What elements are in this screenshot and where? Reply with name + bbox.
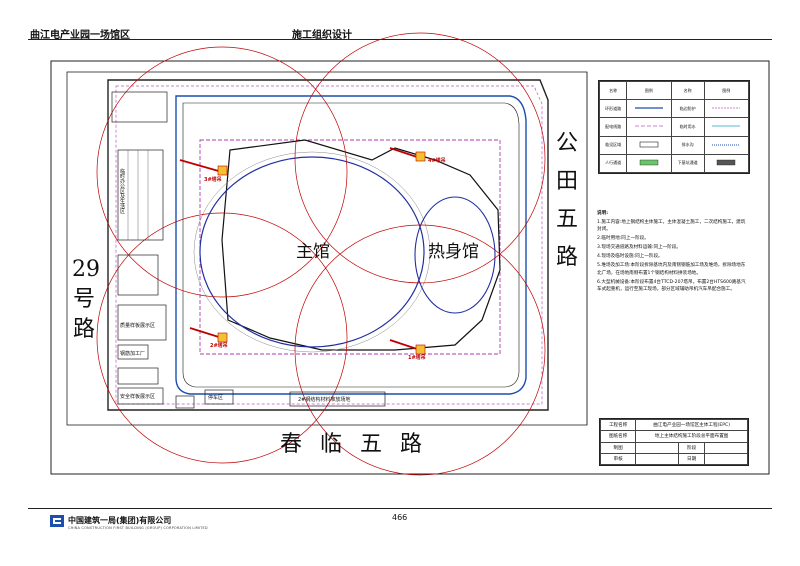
road-chunlin-5: 春临五路 [280, 432, 441, 457]
company-name-en: CHINA CONSTRUCTION FIRST BUILDING (GROUP… [68, 526, 208, 530]
safety-label: 安全样板展示区 [120, 394, 156, 400]
crane-4-label: 4#塔吊 [428, 158, 446, 164]
crane-3-base [217, 165, 228, 176]
company-name: 中国建筑一局(集团)有限公司 [68, 516, 172, 525]
road-gongtian-5: 公田五路 [555, 131, 578, 270]
office-label: 临时办公区及生活区 [120, 169, 126, 215]
crane-3-label: 3#塔吊 [204, 177, 222, 183]
main-hall-label: 主馆 [296, 242, 330, 262]
footer-rule [28, 508, 772, 509]
crane-1-base [415, 344, 426, 355]
title-block: 工程名称 曲江电产业园一场馆区主体工程(EPC) 图纸名称 地上主体结构施工阶段总平… [599, 418, 749, 466]
plan-notes: 说明: 1.施工内容:地上钢结构主体施工，主体混凝土施工，二次结构施工，建筑封闭… [597, 211, 746, 292]
crane-4-base [415, 151, 426, 162]
steel-yard-label: 2#钢结构材料堆放场地 [298, 397, 351, 403]
crane-1-label: 1#塔吊 [408, 355, 426, 361]
page-number: 466 [392, 513, 408, 522]
warmup-hall-label: 热身馆 [428, 242, 479, 262]
parking-label: 停车区 [208, 395, 224, 401]
crane-2-label: 2#塔吊 [210, 343, 228, 349]
legend-table: 名称 图例 名称 图例 环形道路 临边防护 配电线路 临时用水 临设区域 排水沟 人… [598, 80, 750, 174]
crane-2-base [217, 332, 228, 343]
rebar-label: 钢筋加工厂 [120, 351, 146, 357]
exhibit-label: 质量样板展示区 [120, 323, 156, 329]
company-logo-icon [50, 515, 64, 527]
road-29: 29 号路 [72, 257, 100, 342]
